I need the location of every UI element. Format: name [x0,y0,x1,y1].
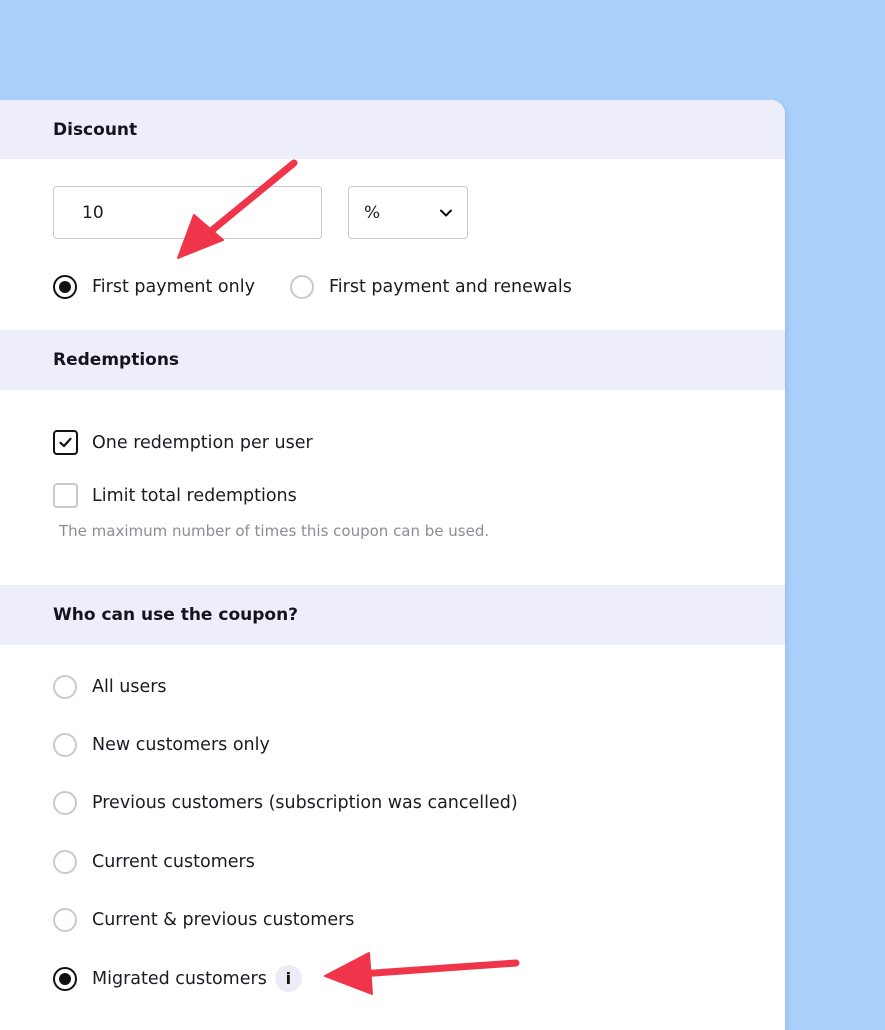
option-label: All users [92,677,167,697]
radio-button[interactable] [53,675,77,699]
checkbox-one-redemption-per-user[interactable]: One redemption per user [53,430,313,455]
checkbox[interactable] [53,483,78,508]
redemptions-section-header: Redemptions [0,330,785,390]
option-label: New customers only [92,735,270,755]
radio-migrated-customers[interactable]: Migrated customers i [53,965,302,992]
radio-current-and-previous-customers[interactable]: Current & previous customers [53,908,354,932]
radio-button-selected[interactable] [53,966,77,991]
radio-previous-customers[interactable]: Previous customers (subscription was can… [53,791,518,815]
discount-amount-value: 10 [82,202,104,223]
radio-first-payment-only[interactable]: First payment only [53,275,255,299]
checkbox-limit-total-redemptions[interactable]: Limit total redemptions [53,483,297,508]
discount-unit-select[interactable]: % [348,186,468,239]
discount-section-header: Discount [0,100,785,159]
radio-button-selected[interactable] [53,275,77,299]
eligibility-section-header: Who can use the coupon? [0,585,785,645]
option-label: Previous customers (subscription was can… [92,793,518,813]
coupon-settings-card: Discount 10 % First payment only First p… [0,100,785,1030]
radio-new-customers-only[interactable]: New customers only [53,733,270,757]
discount-amount-input[interactable]: 10 [53,186,322,239]
checkmark-icon [59,437,72,448]
radio-button[interactable] [53,733,77,757]
radio-button[interactable] [53,850,77,874]
radio-all-users[interactable]: All users [53,675,167,699]
radio-button[interactable] [290,275,314,299]
redemptions-heading: Redemptions [53,350,180,370]
chevron-down-icon [439,203,453,223]
info-icon[interactable]: i [274,965,302,992]
radio-button[interactable] [53,791,77,815]
option-label: Limit total redemptions [92,485,297,506]
radio-first-payment-and-renewals[interactable]: First payment and renewals [290,275,572,299]
radio-button[interactable] [53,908,77,932]
discount-heading: Discount [53,119,138,140]
option-label: Current customers [92,852,255,872]
discount-unit-value: % [364,202,381,223]
option-label: First payment only [92,277,255,297]
option-label: One redemption per user [92,432,313,453]
checkbox-checked[interactable] [53,430,78,455]
option-label: First payment and renewals [329,277,572,297]
option-label: Current & previous customers [92,910,355,930]
option-label: Migrated customers [92,968,267,989]
radio-current-customers[interactable]: Current customers [53,850,255,874]
eligibility-heading: Who can use the coupon? [53,605,299,625]
limit-redemptions-help-text: The maximum number of times this coupon … [59,522,490,540]
